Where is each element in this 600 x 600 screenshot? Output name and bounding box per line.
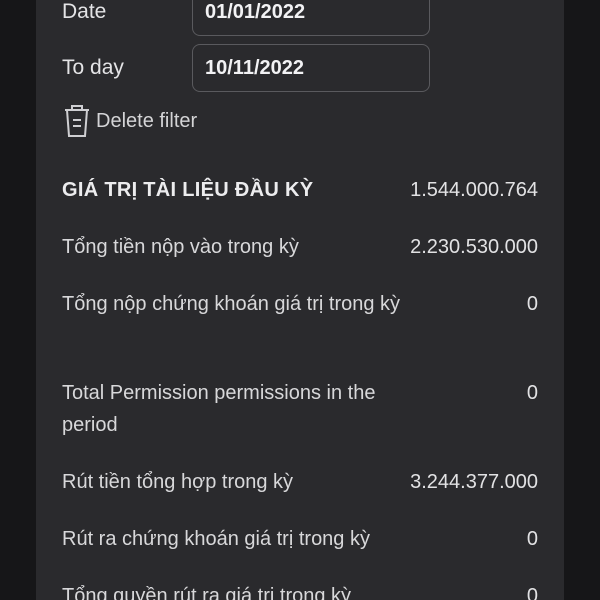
- summary-label: GIÁ TRỊ TÀI LIỆU ĐẦU KỲ: [62, 179, 314, 201]
- summary-label: Tổng tiền nộp vào trong kỳ: [62, 236, 299, 258]
- from-date-row: Date: [62, 0, 542, 38]
- summary-label: Total Permission permissions in the peri…: [62, 382, 376, 436]
- summary-label: Rút tiền tổng hợp trong kỳ: [62, 471, 294, 493]
- summary-value: 0: [526, 528, 538, 550]
- summary-value: 1.544.000.764: [410, 179, 538, 201]
- summary-value: 3.244.377.000: [410, 471, 538, 493]
- delete-filter-label: Delete filter: [96, 109, 198, 132]
- from-date-label: Date: [62, 0, 107, 23]
- summary-label: Rút ra chứng khoán giá trị trong kỳ: [62, 528, 370, 550]
- trash-icon: [62, 104, 92, 138]
- to-date-label: To day: [62, 56, 124, 79]
- delete-filter-button[interactable]: Delete filter: [62, 103, 197, 139]
- summary-value: 0: [526, 585, 538, 600]
- to-date-row: To day: [62, 44, 542, 94]
- report-panel: Date To day Delete filter GIÁ TRỊ TÀI LI…: [36, 0, 564, 600]
- summary-value: 0: [526, 382, 538, 404]
- to-date-input[interactable]: [192, 44, 430, 92]
- from-date-input[interactable]: [192, 0, 430, 36]
- summary-label: Tổng nộp chứng khoán giá trị trong kỳ: [62, 293, 401, 315]
- summary-label: Tổng quyền rút ra giá trị trong kỳ: [62, 585, 352, 600]
- summary-value: 2.230.530.000: [410, 236, 538, 258]
- summary-value: 0: [526, 293, 538, 315]
